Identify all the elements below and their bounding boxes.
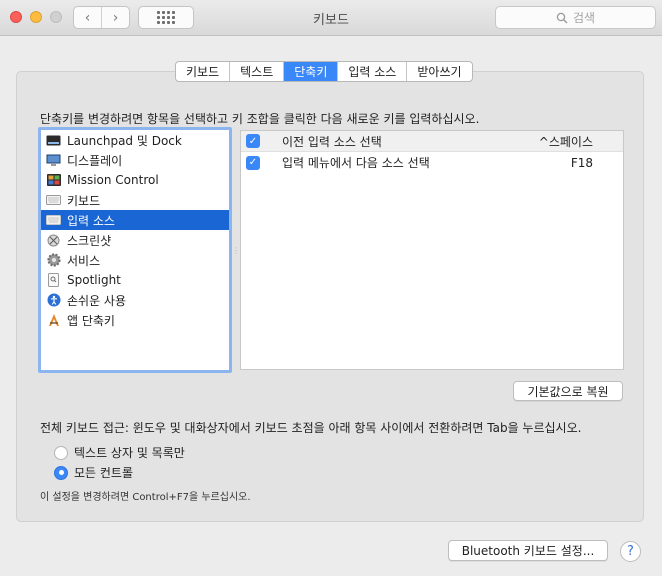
screenshot-icon bbox=[46, 234, 61, 247]
app-shortcuts-icon bbox=[46, 314, 61, 327]
radio-button[interactable] bbox=[54, 465, 68, 480]
shortcut-name: 이전 입력 소스 선택 bbox=[282, 134, 382, 149]
category-accessibility[interactable]: 손쉬운 사용 bbox=[41, 290, 229, 310]
category-app-shortcuts[interactable]: 앱 단축키 bbox=[41, 310, 229, 330]
split-view-handle[interactable]: ⋮ bbox=[232, 246, 240, 255]
hint-text: 이 설정을 변경하려면 Control+F7을 누르십시오. bbox=[40, 492, 251, 503]
radio-text-boxes-only[interactable]: 텍스트 상자 및 목록만 bbox=[54, 444, 185, 461]
accessibility-icon bbox=[46, 293, 61, 307]
shortcut-name: 입력 메뉴에서 다음 소스 선택 bbox=[282, 156, 430, 170]
category-spotlight[interactable]: Spotlight bbox=[41, 270, 229, 290]
category-launchpad-dock[interactable]: Launchpad 및 Dock bbox=[41, 130, 229, 150]
category-label: Mission Control bbox=[67, 173, 159, 187]
gear-icon bbox=[46, 253, 61, 267]
category-label: 손쉬운 사용 bbox=[67, 293, 127, 308]
mission-control-icon bbox=[46, 174, 61, 187]
category-label: 서비스 bbox=[67, 253, 101, 268]
shortcut-table: ✓ 이전 입력 소스 선택 ^스페이스 ✓ 입력 메뉴에서 다음 소스 선택 F… bbox=[240, 130, 624, 370]
launchpad-dock-icon bbox=[46, 134, 61, 147]
tab-bar: 키보드 텍스트 단축키 입력 소스 받아쓰기 bbox=[175, 61, 473, 82]
radio-button[interactable] bbox=[54, 445, 68, 460]
category-label: 디스플레이 bbox=[67, 153, 123, 168]
search-field[interactable]: 검색 bbox=[495, 6, 656, 29]
help-button[interactable]: ? bbox=[620, 541, 641, 562]
category-label: 스크린샷 bbox=[67, 233, 112, 248]
category-label: 입력 소스 bbox=[67, 213, 115, 228]
search-placeholder: 검색 bbox=[572, 11, 596, 25]
shortcut-checkbox[interactable]: ✓ bbox=[246, 155, 260, 170]
keyboard-icon bbox=[46, 194, 61, 207]
spotlight-icon bbox=[46, 273, 61, 287]
category-display[interactable]: 디스플레이 bbox=[41, 150, 229, 170]
restore-defaults-button[interactable]: 기본값으로 복원 bbox=[513, 381, 623, 401]
search-icon bbox=[556, 12, 568, 23]
tab-shortcuts[interactable]: 단축키 bbox=[283, 62, 338, 81]
tab-dictation[interactable]: 받아쓰기 bbox=[406, 62, 471, 81]
tab-input-sources[interactable]: 입력 소스 bbox=[337, 62, 406, 81]
bluetooth-keyboard-setup-button[interactable]: Bluetooth 키보드 설정... bbox=[448, 540, 608, 561]
category-label: 키보드 bbox=[67, 193, 101, 208]
category-keyboard[interactable]: 키보드 bbox=[41, 190, 229, 210]
category-services[interactable]: 서비스 bbox=[41, 250, 229, 270]
input-source-icon bbox=[46, 214, 61, 227]
category-mission-control[interactable]: Mission Control bbox=[41, 170, 229, 190]
category-input-sources[interactable]: 입력 소스 bbox=[41, 210, 229, 230]
category-label: Spotlight bbox=[67, 273, 121, 287]
checkmark-icon: ✓ bbox=[248, 135, 258, 147]
table-row[interactable]: ✓ 이전 입력 소스 선택 ^스페이스 bbox=[241, 131, 623, 152]
radio-label: 텍스트 상자 및 목록만 bbox=[74, 446, 185, 460]
shortcut-category-list[interactable]: Launchpad 및 Dock 디스플레이 Mission Control 키… bbox=[38, 127, 232, 373]
category-label: Launchpad 및 Dock bbox=[67, 133, 182, 148]
table-row[interactable]: ✓ 입력 메뉴에서 다음 소스 선택 F18 bbox=[241, 152, 623, 173]
category-label: 앱 단축키 bbox=[67, 313, 115, 328]
title-bar: ‹ › 키보드 검색 bbox=[0, 0, 662, 36]
instruction-text: 단축키를 변경하려면 항목을 선택하고 키 조합을 클릭한 다음 새로운 키를 … bbox=[40, 112, 480, 126]
radio-label: 모든 컨트롤 bbox=[74, 466, 134, 480]
shortcut-checkbox[interactable]: ✓ bbox=[246, 134, 260, 148]
radio-all-controls[interactable]: 모든 컨트롤 bbox=[54, 464, 133, 481]
category-screenshots[interactable]: 스크린샷 bbox=[41, 230, 229, 250]
checkmark-icon: ✓ bbox=[248, 157, 258, 168]
display-icon bbox=[46, 154, 61, 167]
tab-keyboard[interactable]: 키보드 bbox=[176, 62, 229, 81]
tab-text[interactable]: 텍스트 bbox=[229, 62, 283, 81]
shortcut-key[interactable]: F18 bbox=[533, 156, 623, 170]
shortcut-key[interactable]: ^스페이스 bbox=[533, 133, 623, 150]
full-keyboard-access-label: 전체 키보드 접근: 윈도우 및 대화상자에서 키보드 초점을 아래 항목 사이… bbox=[40, 421, 582, 435]
